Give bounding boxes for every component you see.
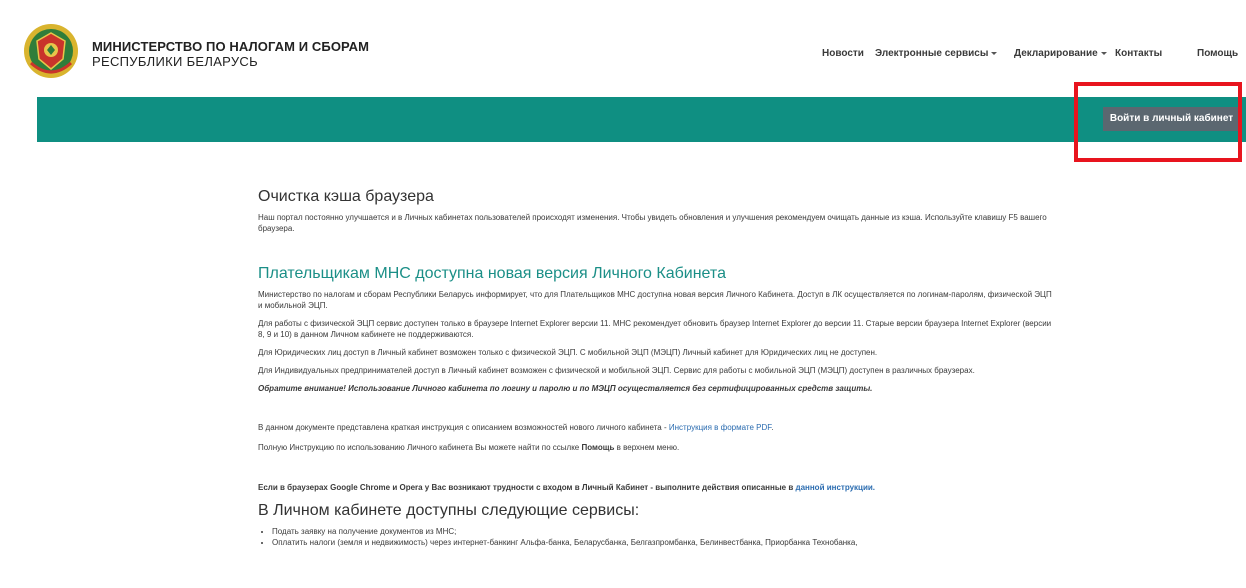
help-reference: Помощь [581,443,615,452]
org-name-line2: РЕСПУБЛИКИ БЕЛАРУСЬ [92,54,258,69]
full-instruction-paragraph: Полную Инструкцию по использованию Лично… [258,442,1058,453]
main-content: Очистка кэша браузера Наш портал постоян… [258,187,1058,548]
nav-eservices[interactable]: Электронные сервисы [875,48,998,59]
paragraph-4: Для Индивидуальных предпринимателей дост… [258,366,975,375]
doc-text: В данном документе представлена краткая … [258,423,669,432]
red-highlight-frame [1074,82,1242,162]
nav-declaring[interactable]: Декларирование [1014,48,1107,59]
list-item: Подать заявку на получение документов из… [272,526,1058,537]
nav-contacts[interactable]: Контакты [1115,48,1162,59]
org-name-line1: МИНИСТЕРСТВО ПО НАЛОГАМ И СБОРАМ [92,39,370,54]
cache-text: Наш портал постоянно улучшается и в Личн… [258,213,1047,233]
cache-title: Очистка кэша браузера [258,188,434,205]
paragraph-1: Министерство по налогам и сборам Республ… [258,290,1052,310]
chevron-down-icon [991,51,998,55]
org-name: МИНИСТЕРСТВО ПО НАЛОГАМ И СБОРАМ РЕСПУБЛ… [92,39,369,69]
paragraph-2: Для работы с физической ЭЦП сервис досту… [258,319,1052,339]
nav-help-label: Помощь [1197,48,1239,59]
nav-news[interactable]: Новости [822,48,864,59]
full-text-start: Полную Инструкцию по использованию Лично… [258,443,582,452]
ministry-emblem-logo[interactable] [23,23,79,79]
chrome-text: Если в браузерах Google Chrome и Opera у… [258,483,796,492]
nav-news-label: Новости [822,48,864,59]
chrome-instruction-link[interactable]: данной инструкции. [795,483,875,492]
services-title: В Личном кабинете доступны следующие сер… [258,502,640,519]
doc-paragraph: В данном документе представлена краткая … [258,422,1058,433]
services-list: Подать заявку на получение документов из… [258,526,1058,548]
chrome-notice: Если в браузерах Google Chrome и Opera у… [258,482,1058,493]
attention-notice: Обратите внимание! Использование Личного… [258,384,873,393]
nav-help[interactable]: Помощь [1197,48,1238,59]
full-text-end: в верхнем меню. [614,443,680,452]
site-header: МИНИСТЕРСТВО ПО НАЛОГАМ И СБОРАМ РЕСПУБЛ… [0,0,1246,97]
teal-banner-bar [37,97,1246,142]
paragraph-3: Для Юридических лиц доступ в Личный каби… [258,348,878,357]
list-item: Оплатить налоги (земля и недвижимость) ч… [272,537,1058,548]
doc-text-end: . [771,423,774,432]
new-version-title: Плательщикам МНС доступна новая версия Л… [258,265,726,282]
chevron-down-icon [1100,51,1107,55]
nav-eservices-label: Электронные сервисы [875,48,989,59]
nav-declaring-label: Декларирование [1014,48,1098,59]
nav-contacts-label: Контакты [1115,48,1163,59]
pdf-instruction-link[interactable]: Инструкция в формате PDF [669,423,771,432]
